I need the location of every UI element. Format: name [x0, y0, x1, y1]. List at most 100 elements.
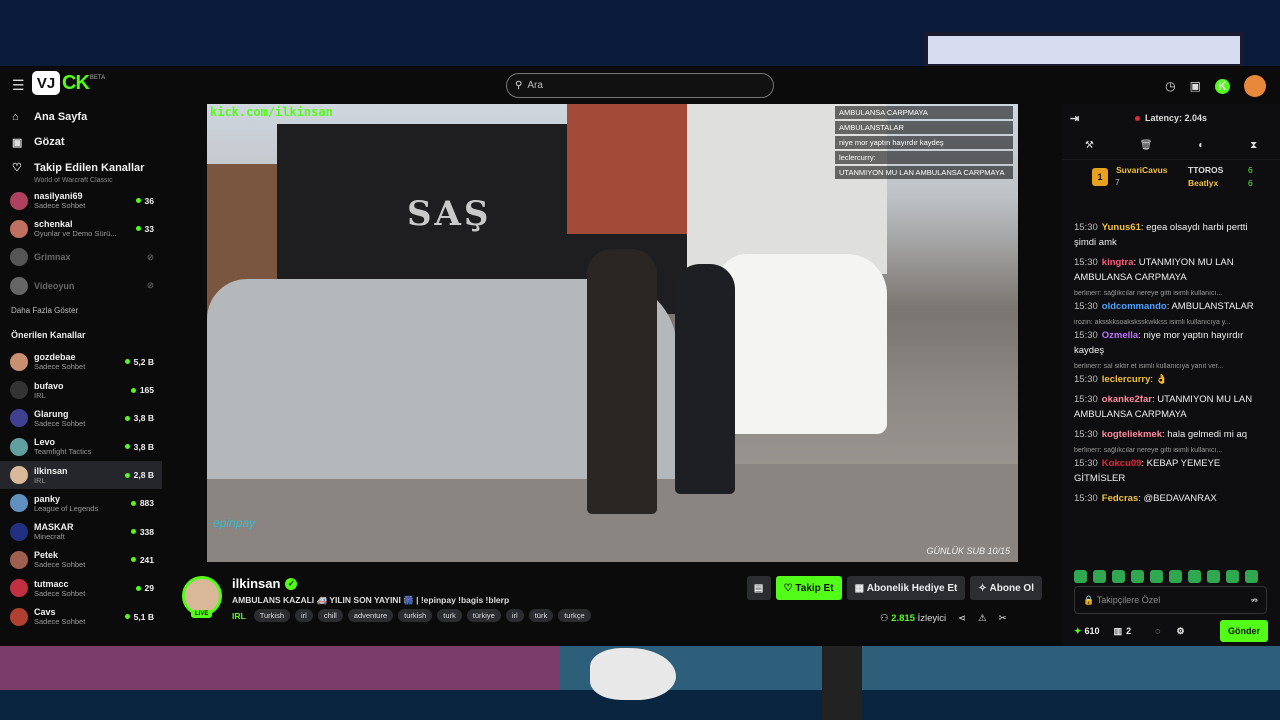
message-user[interactable]: okanke2far [1102, 394, 1152, 405]
emote-icon[interactable] [1074, 570, 1087, 583]
message-user[interactable]: leclercurry [1102, 374, 1151, 385]
subscribe-button[interactable]: ✧ Abone Ol [970, 576, 1042, 600]
video-player[interactable]: SAŞ kick.com/ilkinsan AMBULANSA CARPMAYA… [207, 104, 1018, 562]
subs-value[interactable]: 2 [1126, 626, 1131, 636]
gifter-3-name[interactable]: Beatlyx [1188, 178, 1218, 188]
channel-item[interactable]: panky League of Legends 883 [0, 489, 162, 517]
chat-bubble-icon[interactable]: ◐ [1198, 140, 1204, 151]
channel-item[interactable]: bufavo IRL 165 [0, 376, 162, 404]
theater-mode-button[interactable]: ▤ [746, 576, 771, 600]
channel-item[interactable]: schenkal Oyunlar ve Demo Sürü... 33 [0, 215, 162, 243]
chat-header: ⇥ Latency: 2.04s [1062, 104, 1280, 132]
emote-icon[interactable] [1112, 570, 1125, 583]
channel-viewers: 5,2 B [125, 357, 154, 367]
show-more-link[interactable]: Daha Fazla Göster [0, 300, 162, 322]
message-user[interactable]: Ozmella [1102, 330, 1138, 341]
menu-icon[interactable]: ☰ [12, 78, 26, 92]
top-gifter-name[interactable]: SuvariCavus [1116, 165, 1168, 175]
viewers-row: ⚇ 2.815 İzleyici ⋖ ⚠ ✂ [880, 613, 1007, 624]
search-input[interactable]: ⚲ Ara [506, 73, 774, 98]
message-user[interactable]: oldcommando [1102, 301, 1167, 312]
tag-pill[interactable]: türk [528, 609, 554, 622]
emote-icon[interactable] [1188, 570, 1201, 583]
channel-item[interactable]: Petek Sadece Sohbet 241 [0, 546, 162, 574]
store-icon[interactable]: ▣ [1190, 79, 1201, 93]
nav-item[interactable]: ▣ Gözat [0, 130, 162, 156]
channel-text: nasilyani69 Sadece Sohbet [34, 191, 136, 210]
channel-category: Sadece Sohbet [34, 418, 86, 428]
channel-item[interactable]: Videoyun ⊘ [0, 271, 162, 299]
reply-preview[interactable]: berlinerr: sağlıkcılar nereye gitti isim… [1074, 447, 1268, 454]
gear-icon[interactable]: ⚙ [1176, 626, 1184, 637]
channel-item[interactable]: ilkinsan IRL 2,8 B [0, 460, 162, 490]
history-icon[interactable]: ◷ [1165, 79, 1175, 93]
channel-item[interactable]: Levo Teamfight Tactics 3,8 B [0, 433, 162, 461]
hourglass-icon[interactable]: ⧗ [1250, 140, 1257, 151]
chat-input[interactable]: 🔒 Takipçilere Özel ⇏ [1074, 586, 1267, 614]
streamer-name[interactable]: ilkinsan ✓ [232, 576, 298, 591]
channel-item[interactable]: MASKAR Minecraft 338 [0, 517, 162, 545]
channel-text: bufavo IRL [34, 381, 131, 400]
category-link[interactable]: IRL [232, 611, 246, 621]
emoji-picker-icon[interactable]: ⇏ [1250, 595, 1258, 606]
kick-coin-icon[interactable]: K [1215, 78, 1230, 94]
tag-pill[interactable]: chill [317, 609, 343, 622]
share-icon[interactable]: ⋖ [958, 613, 966, 624]
follow-button[interactable]: ♡ Takip Et [775, 576, 842, 600]
channel-item[interactable]: Glarung Sadece Sohbet 3,8 B [0, 404, 162, 432]
message-user[interactable]: kogteliekmek [1102, 429, 1162, 440]
user-avatar[interactable] [1244, 75, 1266, 97]
channel-item[interactable]: Cavs Sadece Sohbet 5,1 B [0, 602, 162, 630]
channel-item[interactable]: Grimnax ⊘ [0, 243, 162, 271]
send-button[interactable]: Gönder [1219, 620, 1268, 642]
chat-message: 15:30 kogteliekmek: hala gelmedi mi aq [1074, 427, 1268, 442]
emote-icon[interactable] [1207, 570, 1220, 583]
tag-pill[interactable]: adventure [347, 609, 394, 622]
gift-sub-button[interactable]: ▦ Abonelik Hediye Et [846, 576, 966, 600]
reply-preview[interactable]: berlinerr: sağlıkcılar nereye gitti isim… [1074, 290, 1268, 297]
tag-pill[interactable]: turk [437, 609, 462, 622]
chat-message: 15:30 Kokcu09: KEBAP YEMEYE GİTMİSLER [1074, 456, 1268, 486]
sub-goal: GÜNLÜK SUB 10/15 [926, 546, 1010, 556]
logo[interactable]: VJ CK BETA [32, 71, 105, 95]
channel-item[interactable]: tutmacc Sadece Sohbet 29 [0, 574, 162, 602]
emote-icon[interactable] [1245, 570, 1258, 583]
emote-icon[interactable] [1226, 570, 1239, 583]
message-user[interactable]: Yunus61 [1102, 222, 1141, 233]
channel-avatar [10, 381, 28, 400]
nav-item[interactable]: ⌂ Ana Sayfa [0, 104, 162, 130]
channel-item[interactable]: gozdebae Sadece Sohbet 5,2 B [0, 348, 162, 376]
message-user[interactable]: kingtra [1102, 257, 1134, 268]
tag-pill[interactable]: Turkish [253, 609, 291, 622]
message-time: 15:30 [1074, 222, 1098, 233]
home-icon: ⌂ [12, 110, 19, 123]
tag-pill[interactable]: turkish [398, 609, 433, 622]
followed-cut-item: World of Warcraft Classic [34, 176, 113, 184]
channel-avatar [10, 248, 28, 267]
channel-avatar [10, 276, 28, 295]
gifter-2-name[interactable]: TTOROS [1188, 165, 1223, 175]
channel-avatar [10, 522, 28, 541]
channel-name: Cavs [34, 607, 56, 617]
emote-icon[interactable] [1150, 570, 1163, 583]
report-icon[interactable]: ⚠ [978, 613, 987, 624]
trash-icon[interactable]: 🗑 [1140, 140, 1153, 151]
tag-pill[interactable]: türkiye [466, 609, 501, 622]
reply-preview[interactable]: irozin: aksskksoaksksskwkkss isimli kull… [1074, 319, 1268, 326]
points-value[interactable]: 610 [1085, 626, 1100, 636]
chat-settings-icon[interactable]: ◌ [1155, 626, 1160, 636]
ban-hammer-icon[interactable]: ⚒ [1085, 140, 1094, 151]
channel-item[interactable]: nasilyani69 Sadece Sohbet 36 [0, 187, 162, 215]
emote-icon[interactable] [1169, 570, 1182, 583]
tag-pill[interactable]: turkçe [558, 609, 591, 622]
clip-icon[interactable]: ✂ [999, 613, 1007, 624]
reply-preview[interactable]: berlinerr: sal siktir et isimli kullanıc… [1074, 363, 1268, 370]
collapse-chat-icon[interactable]: ⇥ [1070, 112, 1079, 125]
tag-pill[interactable]: irl [295, 609, 313, 622]
emote-icon[interactable] [1131, 570, 1144, 583]
message-user[interactable]: Fedcras [1102, 493, 1138, 504]
tag-pill[interactable]: irl [505, 609, 524, 622]
message-user[interactable]: Kokcu09 [1102, 458, 1142, 469]
emote-icon[interactable] [1093, 570, 1106, 583]
channel-category: Sadece Sohbet [34, 362, 86, 372]
